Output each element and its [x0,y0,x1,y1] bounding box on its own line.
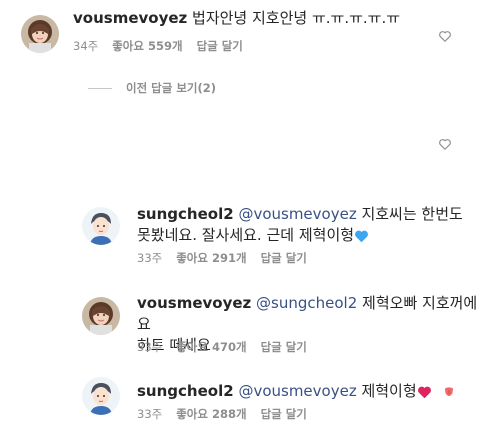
mention-link[interactable]: @vousmevoyez [238,382,356,400]
reply-button[interactable]: 답글 달기 [261,339,307,355]
reply-button[interactable]: 답글 달기 [261,406,307,422]
comment-likes[interactable]: 좋아요 559개 [112,38,182,54]
tongue-icon [442,384,456,405]
comment-body: 제혁이형 [356,382,417,400]
like-heart-icon[interactable] [438,29,452,43]
reply-button[interactable]: 답글 달기 [261,250,307,266]
comment-text: vousmevoyez 법자안녕 지호안녕 ㅠ.ㅠ.ㅠ.ㅠ.ㅠ [73,8,400,29]
comment-meta: 33주 좋아요 291개 답글 달기 [137,250,307,266]
comment-meta: 33주 좋아요 470개 답글 달기 [137,339,307,355]
comment-meta: 34주 좋아요 559개 답글 달기 [73,38,243,54]
comment-username[interactable]: vousmevoyez [73,9,187,27]
blue-heart-icon [354,228,369,249]
replies-divider-line [88,87,112,89]
avatar-vousmevoyez[interactable] [82,297,120,335]
avatar-vousmevoyez[interactable] [21,15,59,53]
mention-link[interactable]: @sungcheol2 [256,294,357,312]
comment-text: sungcheol2 @vousmevoyez 제혁이형 [137,381,456,405]
comment-username[interactable]: sungcheol2 [137,382,234,400]
comment-likes[interactable]: 좋아요 288개 [176,406,246,422]
avatar-sungcheol2[interactable] [82,377,120,415]
comment-age: 34주 [73,39,99,53]
view-previous-replies[interactable]: 이전 답글 보기(2) [88,80,216,96]
red-heart-icon [417,384,432,405]
comment-body: 법자안녕 지호안녕 ㅠ.ㅠ.ㅠ.ㅠ.ㅠ [187,9,401,27]
view-replies-label[interactable]: 이전 답글 보기(2) [126,80,216,96]
comment-likes[interactable]: 좋아요 291개 [176,250,246,266]
comment-age: 33주 [137,251,163,265]
comment-age: 33주 [137,340,163,354]
comment-likes[interactable]: 좋아요 470개 [176,339,246,355]
comment-username[interactable]: vousmevoyez [137,294,251,312]
avatar-sungcheol2[interactable] [82,207,120,245]
comment-body: 지호씨는 한번도 [356,205,463,223]
mention-link[interactable]: @vousmevoyez [238,205,356,223]
like-heart-icon[interactable] [438,137,452,151]
comment-text: sungcheol2 @vousmevoyez 지호씨는 한번도 못봤네요. 잘… [137,204,463,249]
reply-button[interactable]: 답글 달기 [197,38,243,54]
comment-meta: 33주 좋아요 288개 답글 달기 [137,406,307,422]
comment-username[interactable]: sungcheol2 [137,205,234,223]
comment-body: 못봤네요. 잘사세요. 근데 제혁이형 [137,226,355,244]
comment-age: 33주 [137,407,163,421]
